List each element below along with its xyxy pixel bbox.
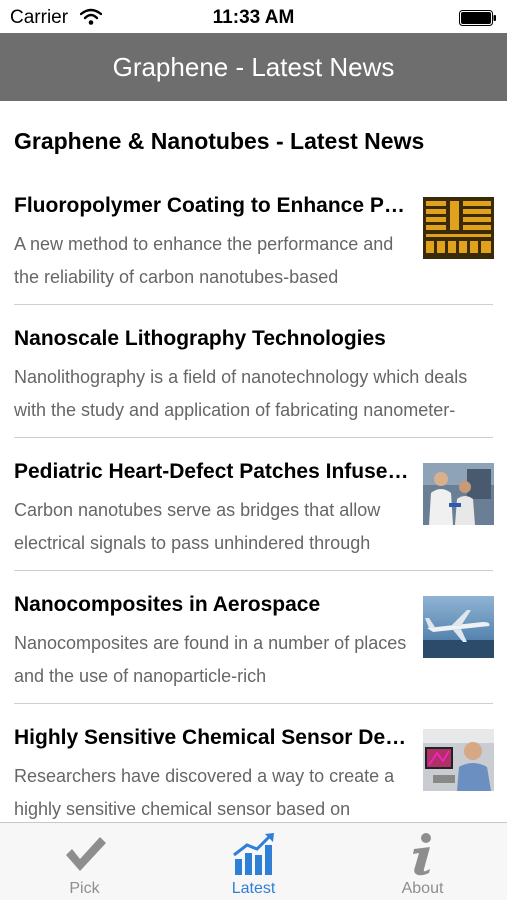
status-bar: Carrier 11:33 AM xyxy=(0,0,507,33)
tab-bar: Pick Latest About xyxy=(0,822,507,900)
tab-about[interactable]: About xyxy=(338,823,507,900)
news-title: Pediatric Heart-Defect Patches Infused w… xyxy=(14,460,414,483)
news-title: Highly Sensitive Chemical Sensor Develop… xyxy=(14,726,414,749)
news-title: Fluoropolymer Coating to Enhance Perform… xyxy=(14,194,414,217)
news-description: Researchers have discovered a way to cre… xyxy=(14,766,395,819)
chart-icon xyxy=(233,833,274,875)
chip-pattern-thumbnail xyxy=(423,197,494,259)
navigation-bar: Graphene - Latest News xyxy=(0,33,507,101)
news-description: Carbon nanotubes serve as bridges that a… xyxy=(14,500,381,553)
news-title: Nanoscale Lithography Technologies xyxy=(14,327,386,350)
news-list: Fluoropolymer Coating to Enhance Perform… xyxy=(0,172,507,837)
status-time: 11:33 AM xyxy=(212,7,295,28)
news-item[interactable]: Fluoropolymer Coating to Enhance Perform… xyxy=(0,172,507,305)
news-item[interactable]: Nanoscale Lithography Technologies Nanol… xyxy=(0,305,507,438)
scientist-thumbnail xyxy=(423,729,494,791)
tab-pick[interactable]: Pick xyxy=(0,823,169,900)
news-item[interactable]: Nanocomposites in Aerospace Nanocomposit… xyxy=(0,571,507,704)
news-description: A new method to enhance the performance … xyxy=(14,234,394,287)
section-title: Graphene & Nanotubes - Latest News xyxy=(14,128,425,154)
tab-label: About xyxy=(401,880,444,897)
battery-icon xyxy=(459,10,496,26)
news-item[interactable]: Pediatric Heart-Defect Patches Infused w… xyxy=(0,438,507,571)
news-item[interactable]: Highly Sensitive Chemical Sensor Develop… xyxy=(0,704,507,837)
news-description: Nanocomposites are found in a number of … xyxy=(14,633,407,686)
lab-researchers-thumbnail xyxy=(423,463,494,525)
checkmark-icon xyxy=(66,837,106,871)
nav-title: Graphene - Latest News xyxy=(112,52,395,82)
info-icon xyxy=(413,833,431,876)
news-description: Nanolithography is a field of nanotechno… xyxy=(14,367,468,420)
tab-label: Pick xyxy=(69,880,100,897)
news-title: Nanocomposites in Aerospace xyxy=(14,593,321,616)
tab-latest[interactable]: Latest xyxy=(169,823,338,900)
airplane-thumbnail xyxy=(423,596,494,658)
tab-label: Latest xyxy=(231,880,276,897)
